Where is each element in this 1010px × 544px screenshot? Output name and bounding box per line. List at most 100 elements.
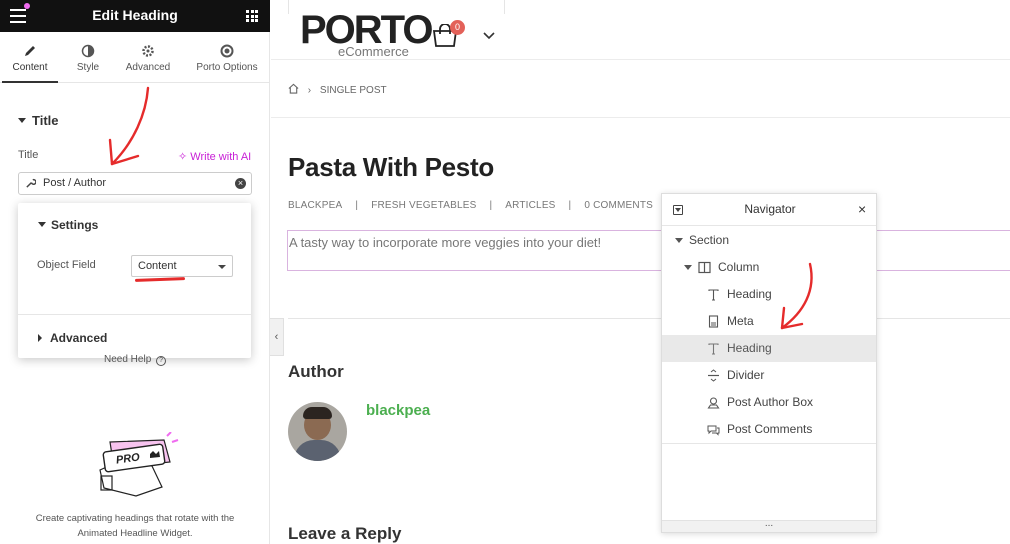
panel-tabs: Content Style Advanced Porto Options xyxy=(0,32,270,83)
contrast-icon xyxy=(81,44,95,58)
author-heading: Author xyxy=(288,362,344,381)
collapse-panel-button[interactable]: ‹ xyxy=(270,318,284,356)
section-title: Title xyxy=(32,113,59,128)
avatar xyxy=(288,402,347,461)
active-tab-indicator xyxy=(2,81,58,83)
nav-item-divider[interactable]: Divider xyxy=(662,362,876,389)
nav-item-label: Post Author Box xyxy=(727,395,814,409)
comments-icon xyxy=(707,425,720,436)
caret-down-icon xyxy=(675,238,683,243)
meta-separator: | xyxy=(355,200,359,211)
select-value: Content xyxy=(138,260,177,272)
nav-item-label: Post Comments xyxy=(727,422,813,436)
circle-dot-icon xyxy=(220,44,234,58)
need-help-link[interactable]: Need Help ? xyxy=(104,354,167,366)
title-field-label: Title xyxy=(18,149,39,161)
wrench-icon xyxy=(26,178,36,188)
meta-icon xyxy=(708,315,719,328)
logo-subtitle: eCommerce xyxy=(338,44,409,59)
nav-item-post-author-box[interactable]: Post Author Box xyxy=(662,389,876,416)
settings-title: Settings xyxy=(51,218,99,232)
promo-line-1: Create captivating headings that rotate … xyxy=(35,513,235,524)
title-section-header[interactable]: Title xyxy=(18,112,59,130)
promo-line-2: Animated Headline Widget. xyxy=(77,528,193,539)
caret-down-icon xyxy=(18,118,26,124)
nav-item-label: Heading xyxy=(727,341,772,355)
tab-label: Advanced xyxy=(125,62,171,73)
promo-text: Create captivating headings that rotate … xyxy=(0,511,270,541)
annotation-arrow xyxy=(780,262,813,330)
resize-handle-dots: ... xyxy=(764,518,774,529)
home-icon[interactable] xyxy=(288,83,299,94)
meta-comments[interactable]: 0 COMMENTS xyxy=(584,200,653,211)
navigator-title: Navigator xyxy=(744,202,796,216)
reply-heading: Leave a Reply xyxy=(288,524,402,543)
tab-content[interactable]: Content xyxy=(2,32,58,83)
nav-item-heading-selected[interactable]: Heading xyxy=(662,335,876,362)
header-bottom-border-2 xyxy=(271,117,1010,118)
tab-label: Content xyxy=(12,62,48,73)
post-meta: BLACKPEA | FRESH VEGETABLES | ARTICLES |… xyxy=(288,200,653,211)
divider xyxy=(18,314,251,315)
tab-porto-options[interactable]: Porto Options xyxy=(190,32,264,83)
nav-item-post-comments[interactable]: Post Comments xyxy=(662,416,876,443)
breadcrumb-current: SINGLE POST xyxy=(319,85,387,96)
editor-panel: Edit Heading Content Style Advanced Port… xyxy=(0,0,270,544)
meta-category[interactable]: ARTICLES xyxy=(505,200,555,211)
post-title: Pasta With Pesto xyxy=(288,152,494,182)
nav-item-section[interactable]: Section xyxy=(662,227,876,254)
navigator-header[interactable]: Navigator × xyxy=(662,194,876,226)
gear-icon xyxy=(142,45,154,57)
header-bottom-border xyxy=(271,59,1010,60)
text-icon xyxy=(708,289,719,301)
column-icon xyxy=(698,261,711,274)
annotation-arrow xyxy=(108,86,150,166)
meta-separator: | xyxy=(568,200,572,211)
title-dynamic-input[interactable]: Post / Author × xyxy=(18,172,252,195)
meta-separator: | xyxy=(489,200,493,211)
navigator-resize-bar[interactable]: ... xyxy=(662,518,876,532)
author-name[interactable]: blackpea xyxy=(366,402,430,419)
sparkle-icon: ✧ xyxy=(178,151,188,163)
nav-item-label: Divider xyxy=(727,368,765,382)
advanced-title: Advanced xyxy=(50,331,108,345)
caret-down-icon xyxy=(38,222,46,228)
ai-link-label: Write with AI xyxy=(190,151,252,163)
selected-heading-widget[interactable]: A tasty way to incorporate more veggies … xyxy=(287,230,1010,271)
panel-header: Edit Heading xyxy=(0,0,270,32)
nav-item-label: Heading xyxy=(727,287,772,301)
clear-icon[interactable]: × xyxy=(235,178,246,189)
tab-advanced[interactable]: Advanced xyxy=(118,32,178,83)
nav-item-label: Column xyxy=(718,260,760,274)
input-value: Post / Author xyxy=(43,177,106,189)
need-help-label: Need Help xyxy=(104,354,152,365)
close-icon[interactable]: × xyxy=(858,202,866,216)
chevron-down-icon xyxy=(218,265,226,269)
caret-right-icon xyxy=(38,333,42,342)
write-with-ai-link[interactable]: ✧ Write with AI xyxy=(178,150,251,163)
caret-down-icon xyxy=(684,265,692,270)
object-field-label: Object Field xyxy=(37,259,96,271)
text-icon xyxy=(708,343,719,355)
object-field-select[interactable]: Content xyxy=(131,255,233,277)
divider-icon xyxy=(708,369,719,382)
pencil-icon xyxy=(25,46,35,56)
settings-section-header[interactable]: Settings xyxy=(38,216,98,234)
advanced-section-header[interactable]: Advanced xyxy=(38,329,107,347)
help-icon: ? xyxy=(156,356,167,366)
dynamic-settings-popup: Settings Object Field Content Advanced xyxy=(18,203,251,358)
widgets-grid-icon[interactable] xyxy=(246,10,258,22)
nav-item-label: Section xyxy=(689,233,730,247)
cart-count-badge: 0 xyxy=(450,20,465,35)
author-box-icon xyxy=(707,397,720,409)
tab-style[interactable]: Style xyxy=(60,32,116,83)
section-divider xyxy=(288,318,1010,319)
meta-author[interactable]: BLACKPEA xyxy=(288,200,342,211)
navigator-list-border xyxy=(662,443,876,444)
meta-category[interactable]: FRESH VEGETABLES xyxy=(371,200,476,211)
breadcrumb: › SINGLE POST xyxy=(288,83,387,96)
annotation-underline xyxy=(134,277,186,282)
tab-label: Porto Options xyxy=(196,62,258,73)
chevron-down-icon[interactable] xyxy=(483,32,495,40)
navigator-panel: Navigator × Section Column Heading Meta … xyxy=(661,193,877,533)
